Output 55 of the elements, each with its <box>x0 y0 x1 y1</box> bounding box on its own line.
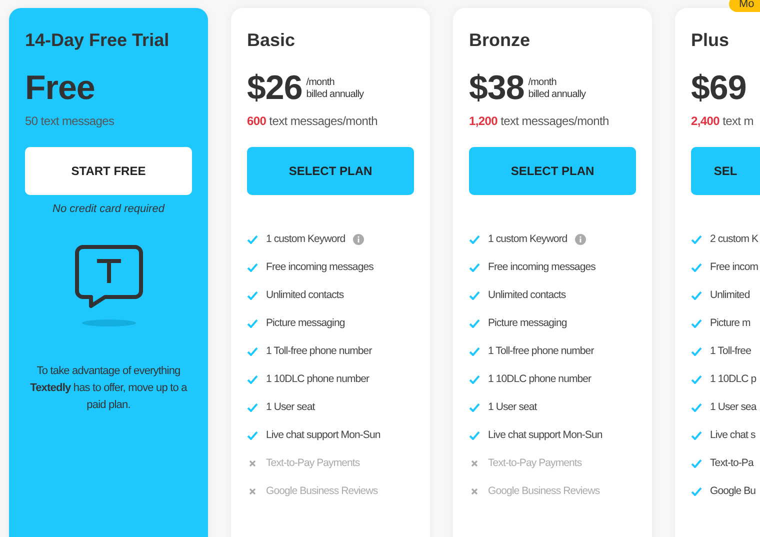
plan-title: 14-Day Free Trial <box>25 30 170 50</box>
feature-text: Text-to-Pa <box>710 457 754 469</box>
feature-text: Free incoming messages <box>266 261 374 273</box>
feature-text: 1 10DLC phone number <box>488 373 592 385</box>
billing-note: billed annually <box>306 89 364 101</box>
upgrade-text: To take advantage of everything Textedly has to offer, move up to a paid plan. <box>29 364 188 413</box>
select-plan-button[interactable]: SEL <box>691 147 760 195</box>
plan-price: $26 <box>247 68 302 108</box>
start-free-button[interactable]: START FREE <box>25 147 192 195</box>
info-icon[interactable] <box>575 234 586 244</box>
chat-bubble-logo-icon <box>74 245 142 327</box>
note-text: No credit card required <box>52 203 166 215</box>
feature-text: Free incom <box>710 261 758 273</box>
feature-text: Google Business Reviews <box>266 485 378 497</box>
feature-text: 1 10DLC phone number <box>266 373 370 385</box>
feature-text: 1 User seat <box>266 401 315 413</box>
message-allowance: 2,400 text m <box>691 114 754 130</box>
feature-text: Unlimited contacts <box>488 289 566 301</box>
info-icon[interactable] <box>353 234 364 244</box>
feature-text: 2 custom K <box>710 233 758 245</box>
feature-text: Text-to-Pay Payments <box>488 457 582 469</box>
plan-title: Basic <box>247 30 296 50</box>
message-allowance: 50 text messages <box>25 114 116 130</box>
feature-text: Google Bu <box>710 485 756 497</box>
feature-text: Text-to-Pay Payments <box>266 457 360 469</box>
select-plan-button[interactable]: SELECT PLAN <box>469 147 636 195</box>
feature-text: 1 User seat <box>488 401 537 413</box>
feature-text: Picture m <box>710 317 750 329</box>
feature-text: 1 User sea <box>710 401 756 413</box>
billing-period: /month <box>528 77 558 89</box>
feature-text: Live chat s <box>710 429 756 441</box>
feature-text: 1 custom Keyword <box>488 233 568 245</box>
feature-text: Live chat support Mon-Sun <box>488 429 602 441</box>
message-allowance: 600 text messages/month <box>247 114 379 130</box>
feature-text: 1 Toll-free <box>710 345 751 357</box>
plan-price: $69 <box>691 68 746 108</box>
billing-note: billed annually <box>528 89 586 101</box>
billing-period: /month <box>306 77 336 89</box>
feature-text: 1 custom Keyword <box>266 233 346 245</box>
feature-text: Google Business Reviews <box>488 485 600 497</box>
feature-text: 1 Toll-free phone number <box>266 345 372 357</box>
feature-text: Live chat support Mon-Sun <box>266 429 380 441</box>
feature-text: Picture messaging <box>488 317 567 329</box>
plan-title: Bronze <box>469 30 532 50</box>
message-allowance: 1,200 text messages/month <box>469 114 610 130</box>
select-plan-button[interactable]: SELECT PLAN <box>247 147 414 195</box>
feature-text: Picture messaging <box>266 317 345 329</box>
feature-text: Unlimited contacts <box>266 289 344 301</box>
plan-price: $38 <box>469 68 524 108</box>
plan-price: Free <box>25 68 95 108</box>
feature-text: Unlimited <box>710 289 750 301</box>
plan-title: Plus <box>691 30 730 50</box>
feature-text: Free incoming messages <box>488 261 596 273</box>
feature-text: 1 Toll-free phone number <box>488 345 594 357</box>
feature-text: 1 10DLC p <box>710 373 756 385</box>
